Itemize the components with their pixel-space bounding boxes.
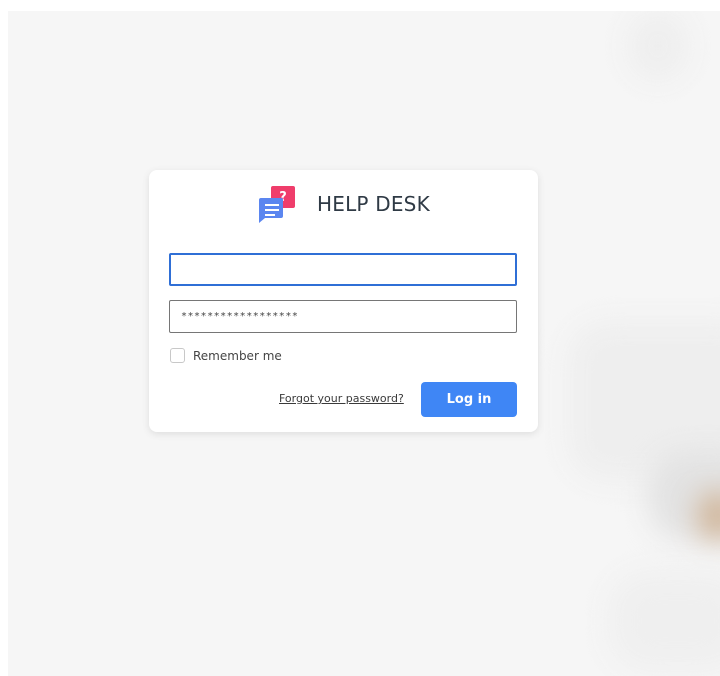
username-input[interactable] <box>169 253 517 286</box>
forgot-password-link[interactable]: Forgot your password? <box>279 392 404 405</box>
password-value: ****************** <box>181 311 299 322</box>
chat-bubbles-question-icon: ? <box>257 184 301 224</box>
brand-header: ? HELP DESK <box>257 184 430 224</box>
remember-me-checkbox[interactable] <box>170 348 185 363</box>
remember-me-label[interactable]: Remember me <box>193 349 282 363</box>
remember-me-row[interactable]: Remember me <box>170 348 282 363</box>
login-button[interactable]: Log in <box>421 382 517 417</box>
login-card: ? HELP DESK ****************** Remember … <box>149 170 538 432</box>
background-photo-blur <box>628 11 688 81</box>
app-title: HELP DESK <box>317 192 430 216</box>
password-input[interactable]: ****************** <box>169 300 517 333</box>
background-photo-blur <box>608 571 720 671</box>
